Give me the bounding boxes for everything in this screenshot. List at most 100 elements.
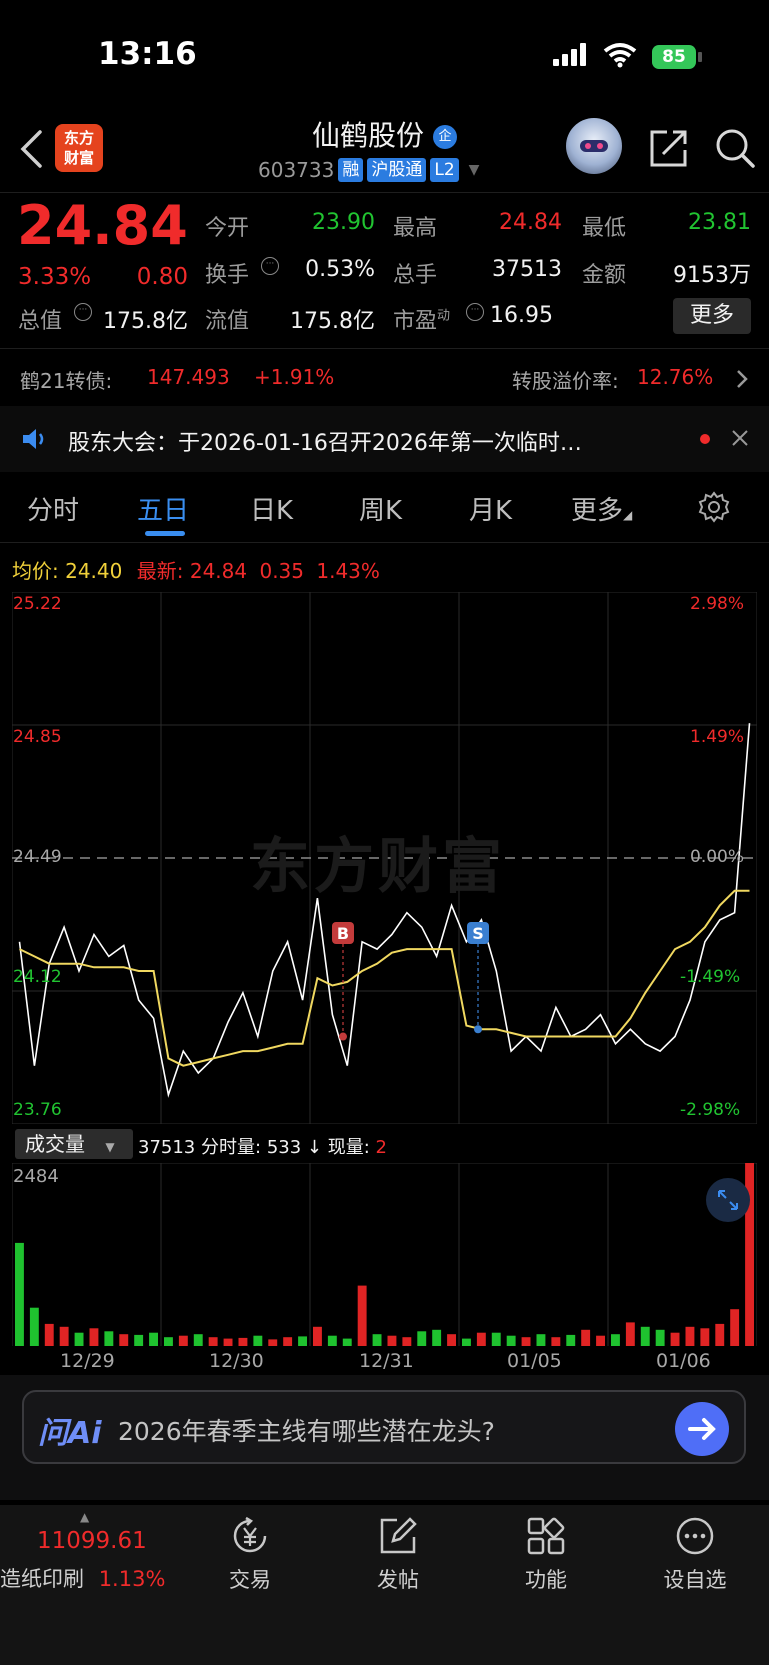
settings-gear-icon[interactable] <box>697 490 731 524</box>
nav-add-watchlist[interactable]: 设自选 <box>625 1564 765 1594</box>
amount-label: 金额 <box>582 263 627 288</box>
nav-functions[interactable]: 功能 <box>476 1564 616 1594</box>
open-value: 23.90 <box>312 210 375 235</box>
volume-bar <box>283 1337 293 1346</box>
x-tick-4: 01/06 <box>656 1350 711 1372</box>
pe-info-icon[interactable]: ··· <box>466 303 484 321</box>
volume-bar <box>611 1334 620 1346</box>
change-percent: 3.33% <box>18 264 92 290</box>
minute-volume: 533 <box>266 1137 302 1158</box>
unread-dot <box>700 434 710 444</box>
volume-bar <box>74 1332 84 1346</box>
total-volume: 37513 <box>138 1137 196 1158</box>
market-cap-label: 总值 <box>18 309 63 334</box>
sell-marker-label: S <box>472 924 484 943</box>
volume-bar <box>119 1334 129 1346</box>
watchlist-more-icon[interactable] <box>674 1515 716 1557</box>
premium-value: 12.76% <box>637 365 714 389</box>
functions-grid-icon[interactable] <box>525 1515 567 1557</box>
sector-index-value[interactable]: 11099.61 <box>37 1528 147 1554</box>
dropdown-caret-icon[interactable]: ▼ <box>469 162 480 178</box>
minute-volume-label: 分时量: <box>201 1137 262 1158</box>
latest-label: 最新: <box>136 559 184 583</box>
tab-weekly-k[interactable]: 周K <box>359 490 402 527</box>
volume-bar <box>670 1332 680 1346</box>
premium-label: 转股溢价率: <box>512 369 619 393</box>
search-icon[interactable] <box>713 126 757 170</box>
volume-bar <box>89 1328 99 1346</box>
market-cap-value: 175.8亿 <box>103 309 188 334</box>
ask-ai-question: 2026年春季主线有哪些潜在龙头? <box>118 1417 495 1446</box>
change-amount: 0.80 <box>136 264 188 290</box>
connect-tag: 沪股通 <box>367 158 427 182</box>
price-line <box>18 723 751 1098</box>
volume-bar <box>506 1335 516 1346</box>
high-value: 24.84 <box>499 210 562 235</box>
ask-submit-button[interactable] <box>675 1402 729 1456</box>
volume-bar <box>625 1322 635 1346</box>
tab-more[interactable]: 更多◢ <box>571 490 632 527</box>
active-tab-indicator <box>145 531 185 536</box>
volume-bar <box>238 1337 248 1346</box>
x-tick-3: 01/05 <box>507 1350 562 1372</box>
volume-bar <box>208 1337 218 1346</box>
tab-intraday[interactable]: 分时 <box>27 490 79 527</box>
tab-daily-k[interactable]: 日K <box>250 490 293 527</box>
bond-price: 147.493 <box>147 365 230 389</box>
volume-bar <box>521 1337 531 1346</box>
latest-value: 24.84 <box>189 559 248 583</box>
volume-chart[interactable] <box>12 1163 757 1346</box>
speaker-icon <box>23 429 44 449</box>
volume-bar <box>104 1331 114 1346</box>
y-tick-right-2: 0.00% <box>690 847 745 867</box>
turnover-label: 换手 <box>205 263 250 288</box>
trade-yen-icon[interactable] <box>229 1515 271 1557</box>
volume-bar <box>372 1334 382 1346</box>
chevron-right-icon[interactable] <box>735 368 749 390</box>
tab-monthly-k[interactable]: 月K <box>469 490 512 527</box>
nav-trade[interactable]: 交易 <box>180 1564 320 1594</box>
volume-bar <box>655 1329 665 1346</box>
expand-icon[interactable] <box>706 1178 750 1222</box>
avg-label: 均价: <box>12 559 59 583</box>
volume-bar <box>149 1332 158 1346</box>
volume-bar <box>387 1335 397 1346</box>
volume-bar <box>581 1329 591 1346</box>
volume-bar <box>596 1335 605 1346</box>
turnover-value: 0.53% <box>305 257 375 282</box>
pe-label: 市盈动 <box>393 308 451 334</box>
high-label: 最高 <box>393 216 438 241</box>
low-label: 最低 <box>582 216 627 241</box>
volume-bar <box>59 1326 69 1346</box>
volume-indicator-button[interactable]: 成交量 ▼ <box>15 1129 133 1159</box>
turnover-info-icon[interactable]: ··· <box>261 257 279 275</box>
y-tick-left-4: 23.76 <box>13 1100 62 1120</box>
robot-assistant-icon[interactable] <box>566 118 622 174</box>
volume-bar <box>193 1334 203 1346</box>
current-price: 24.84 <box>17 194 188 257</box>
bond-name[interactable]: 鹤21转债: <box>20 365 112 394</box>
y-tick-left-0: 25.22 <box>13 594 62 614</box>
trade-marker-point <box>474 1025 482 1034</box>
post-edit-icon[interactable] <box>377 1515 419 1557</box>
tab-five-day[interactable]: 五日 <box>137 490 189 527</box>
stock-name: 仙鹤股份 <box>312 119 425 152</box>
nav-post[interactable]: 发帖 <box>328 1564 468 1594</box>
volume-bar <box>640 1326 650 1346</box>
x-tick-1: 12/30 <box>209 1350 264 1372</box>
collapse-up-icon[interactable]: ▲ <box>80 1510 89 1524</box>
market-cap-info-icon[interactable]: ··· <box>74 303 92 321</box>
status-time: 13:16 <box>98 36 197 72</box>
amount-value: 9153万 <box>673 263 751 288</box>
battery-tip <box>698 52 702 62</box>
volume-bar <box>730 1309 740 1346</box>
close-icon[interactable] <box>731 429 749 447</box>
more-button[interactable]: 更多 <box>673 298 751 334</box>
y-tick-right-1: 1.49% <box>690 727 745 747</box>
avg-value: 24.40 <box>65 559 123 583</box>
current-volume: 2 <box>375 1137 387 1158</box>
share-icon[interactable] <box>647 126 691 170</box>
volume-bar <box>29 1307 39 1346</box>
margin-tag: 融 <box>338 158 364 182</box>
volume-bar <box>432 1329 442 1346</box>
